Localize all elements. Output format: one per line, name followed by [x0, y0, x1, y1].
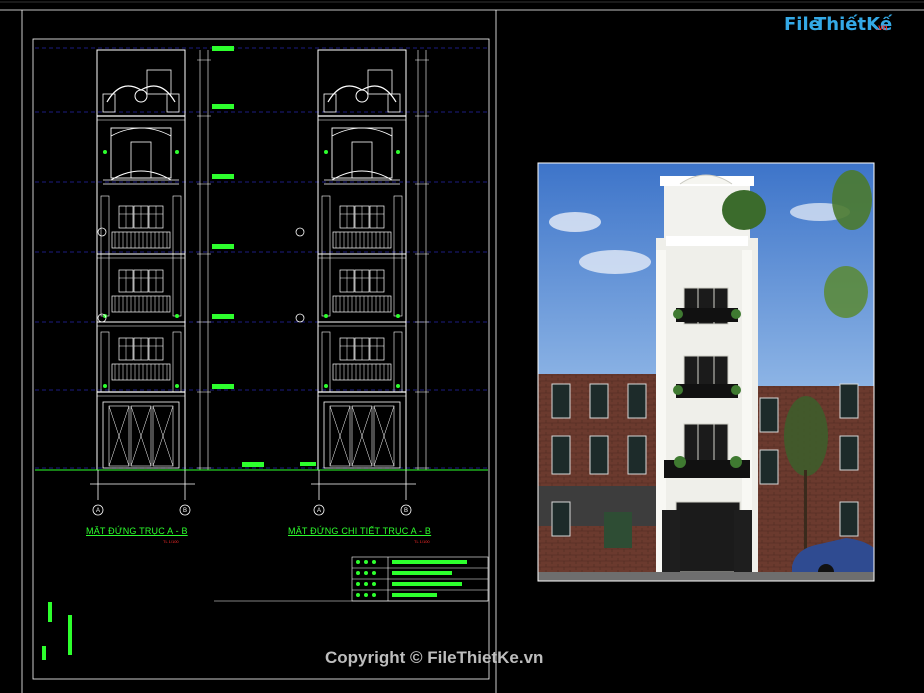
logo-domain-text: .vn: [876, 23, 888, 32]
level-markers-left: [212, 46, 264, 467]
left-drawing-scale: TL 1/100: [163, 539, 179, 544]
legend-bars: [42, 602, 72, 660]
right-drawing-title: MẶT ĐỨNG CHI TIẾT TRỤC A - B: [288, 526, 432, 536]
render-photo: [537, 162, 875, 582]
right-drawing-scale: TL 1/100: [414, 539, 430, 544]
cad-viewport[interactable]: A B A B: [0, 0, 924, 693]
dimension-column-right: [414, 49, 430, 471]
elevation-right: [318, 50, 406, 470]
axis-label-b: B: [404, 508, 408, 514]
axis-label-a: A: [317, 508, 321, 514]
axis-label-b: B: [183, 508, 187, 514]
title-block-fills: [356, 560, 467, 597]
copyright-watermark: Copyright © FileThietKe.vn: [325, 648, 544, 667]
dimension-column-left: [196, 49, 212, 471]
left-drawing-title: MẶT ĐỨNG TRỤC A - B: [86, 526, 188, 536]
axis-label-a: A: [96, 508, 100, 514]
level-markers-right: [300, 462, 316, 466]
site-logo: File ThiếtKế .vn: [784, 14, 896, 40]
elevation-left: [97, 50, 185, 470]
